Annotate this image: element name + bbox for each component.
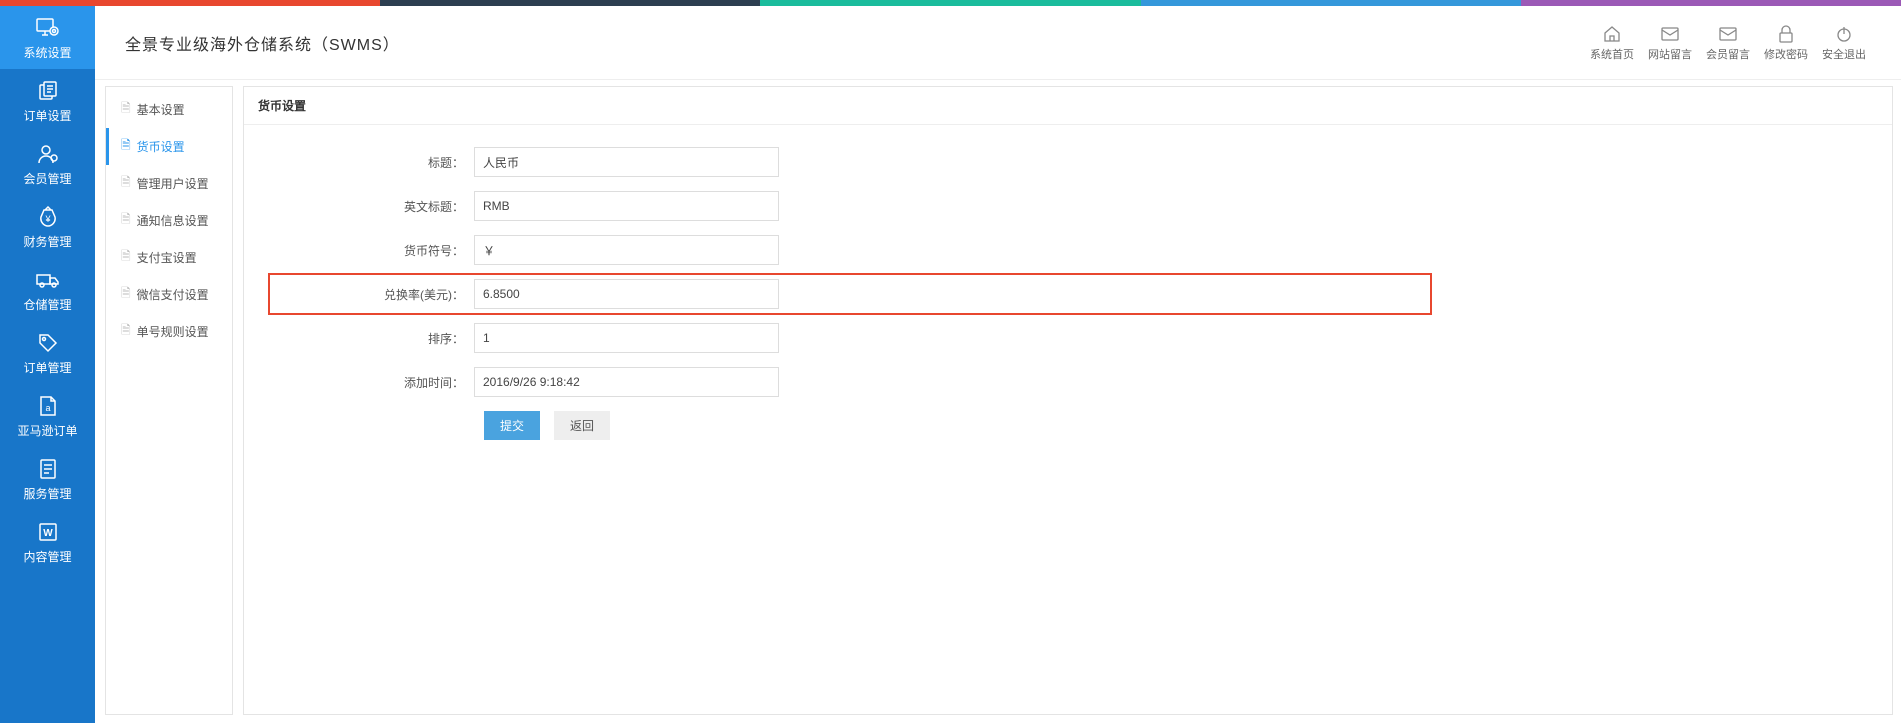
input-title[interactable] — [474, 147, 779, 177]
sub-nav-label: 单号规则设置 — [137, 323, 209, 340]
file-icon: 🗎 — [121, 99, 131, 120]
nav-label: 内容管理 — [23, 548, 71, 565]
nav-label: 订单设置 — [23, 107, 71, 124]
action-change-pw[interactable]: 修改密码 — [1759, 24, 1813, 62]
content-panel: 货币设置 标题： 英文标题： 货币符号： 兑换 — [243, 86, 1893, 715]
file-icon: 🗎 — [121, 136, 131, 157]
sub-nav-basic[interactable]: 🗎 基本设置 — [106, 91, 232, 128]
documents-icon — [37, 79, 59, 103]
label-add-time: 添加时间： — [274, 374, 474, 391]
nav-label: 会员管理 — [23, 170, 71, 187]
nav-label: 订单管理 — [23, 359, 71, 376]
action-label: 系统首页 — [1590, 46, 1634, 62]
input-rate[interactable] — [474, 279, 779, 309]
label-title: 标题： — [274, 154, 474, 171]
nav-finance[interactable]: ¥ 财务管理 — [0, 195, 95, 258]
sub-nav-number-rule[interactable]: 🗎 单号规则设置 — [106, 313, 232, 350]
svg-text:a: a — [45, 403, 50, 413]
action-label: 修改密码 — [1764, 46, 1808, 62]
nav-label: 财务管理 — [23, 233, 71, 250]
label-sort: 排序： — [274, 330, 474, 347]
action-site-msg[interactable]: 网站留言 — [1643, 24, 1697, 62]
user-icon — [38, 142, 58, 166]
sub-nav-notice[interactable]: 🗎 通知信息设置 — [106, 202, 232, 239]
nav-content[interactable]: W 内容管理 — [0, 510, 95, 573]
currency-form: 标题： 英文标题： 货币符号： 兑换率(美元)： — [244, 125, 1892, 462]
nav-system-settings[interactable]: 系统设置 — [0, 6, 95, 69]
note-icon — [39, 457, 57, 481]
money-bag-icon: ¥ — [38, 205, 58, 229]
sub-nav-label: 管理用户设置 — [137, 175, 209, 192]
input-sort[interactable] — [474, 323, 779, 353]
nav-order-mgmt[interactable]: 订单管理 — [0, 321, 95, 384]
main-sidebar: 系统设置 订单设置 会员管理 ¥ 财务管理 仓储管理 — [0, 6, 95, 723]
label-symbol: 货币符号： — [274, 242, 474, 259]
action-label: 安全退出 — [1822, 46, 1866, 62]
sub-nav-currency[interactable]: 🗎 货币设置 — [106, 128, 232, 165]
label-rate: 兑换率(美元)： — [274, 286, 474, 303]
word-doc-icon: W — [38, 520, 58, 544]
input-symbol[interactable] — [474, 235, 779, 265]
action-home[interactable]: 系统首页 — [1585, 24, 1639, 62]
power-icon — [1836, 24, 1852, 44]
app-title: 全景专业级海外仓储系统（SWMS） — [125, 31, 400, 55]
input-add-time[interactable] — [474, 367, 779, 397]
sub-nav-alipay[interactable]: 🗎 支付宝设置 — [106, 239, 232, 276]
svg-text:¥: ¥ — [44, 214, 51, 224]
nav-member[interactable]: 会员管理 — [0, 132, 95, 195]
nav-order-setup[interactable]: 订单设置 — [0, 69, 95, 132]
home-icon — [1603, 24, 1621, 44]
file-icon: 🗎 — [121, 173, 131, 194]
sub-nav-label: 货币设置 — [137, 138, 185, 155]
action-label: 网站留言 — [1648, 46, 1692, 62]
mail-icon — [1661, 24, 1679, 44]
sub-nav-label: 微信支付设置 — [137, 286, 209, 303]
nav-warehouse[interactable]: 仓储管理 — [0, 258, 95, 321]
sub-nav-wechat[interactable]: 🗎 微信支付设置 — [106, 276, 232, 313]
action-logout[interactable]: 安全退出 — [1817, 24, 1871, 62]
label-en-title: 英文标题： — [274, 198, 474, 215]
svg-text:W: W — [43, 528, 53, 539]
nav-label: 服务管理 — [23, 485, 71, 502]
action-label: 会员留言 — [1706, 46, 1750, 62]
sub-nav-label: 基本设置 — [137, 101, 185, 118]
document-a-icon: a — [39, 394, 57, 418]
back-button[interactable]: 返回 — [554, 411, 610, 440]
mail-icon — [1719, 24, 1737, 44]
sub-nav-admin-user[interactable]: 🗎 管理用户设置 — [106, 165, 232, 202]
file-icon: 🗎 — [121, 321, 131, 342]
monitor-gear-icon — [36, 16, 60, 40]
input-en-title[interactable] — [474, 191, 779, 221]
truck-icon — [36, 268, 60, 292]
lock-icon — [1778, 24, 1794, 44]
file-icon: 🗎 — [121, 247, 131, 268]
sub-nav-label: 支付宝设置 — [137, 249, 197, 266]
nav-service[interactable]: 服务管理 — [0, 447, 95, 510]
nav-label: 亚马逊订单 — [17, 422, 77, 439]
content-title: 货币设置 — [244, 87, 1892, 125]
nav-label: 仓储管理 — [23, 296, 71, 313]
sub-nav-label: 通知信息设置 — [137, 212, 209, 229]
action-member-msg[interactable]: 会员留言 — [1701, 24, 1755, 62]
tag-icon — [38, 331, 58, 355]
nav-label: 系统设置 — [23, 44, 71, 61]
file-icon: 🗎 — [121, 284, 131, 305]
submit-button[interactable]: 提交 — [484, 411, 540, 440]
file-icon: 🗎 — [121, 210, 131, 231]
header: 全景专业级海外仓储系统（SWMS） 系统首页 网站留言 — [95, 6, 1901, 80]
nav-amazon[interactable]: a 亚马逊订单 — [0, 384, 95, 447]
sub-sidebar: 🗎 基本设置 🗎 货币设置 🗎 管理用户设置 🗎 通知信息设置 🗎 — [105, 86, 233, 715]
